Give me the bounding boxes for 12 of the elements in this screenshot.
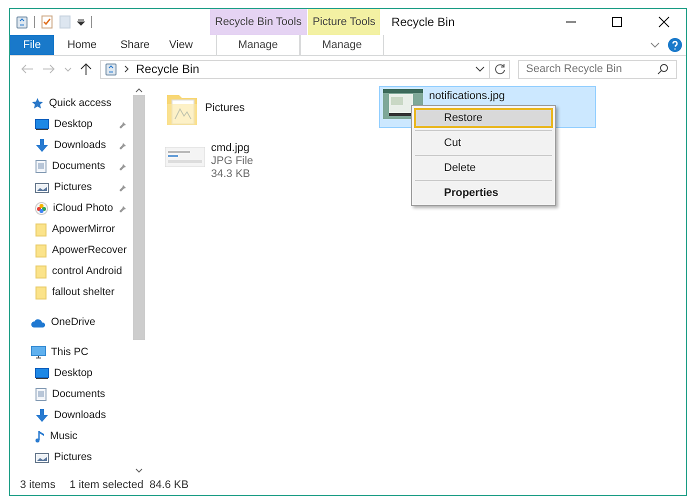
context-tab-header: Recycle Bin Tools: [210, 9, 307, 35]
status-text: 1 item selected: [69, 478, 144, 493]
status-text: 84.6 KB: [149, 478, 189, 493]
file-name: Pictures: [205, 101, 245, 115]
file-name: cmd.jpg: [211, 141, 251, 155]
status-text: 3 items: [20, 478, 56, 493]
file-detail: JPG File: [211, 155, 254, 168]
window-title: Recycle Bin: [390, 14, 455, 31]
context-tab-header: Picture Tools: [308, 9, 380, 35]
file-detail: 34.3 KB: [211, 168, 252, 181]
address-path: Recycle Bin: [136, 61, 200, 78]
file-name: notifications.jpg: [429, 89, 505, 103]
